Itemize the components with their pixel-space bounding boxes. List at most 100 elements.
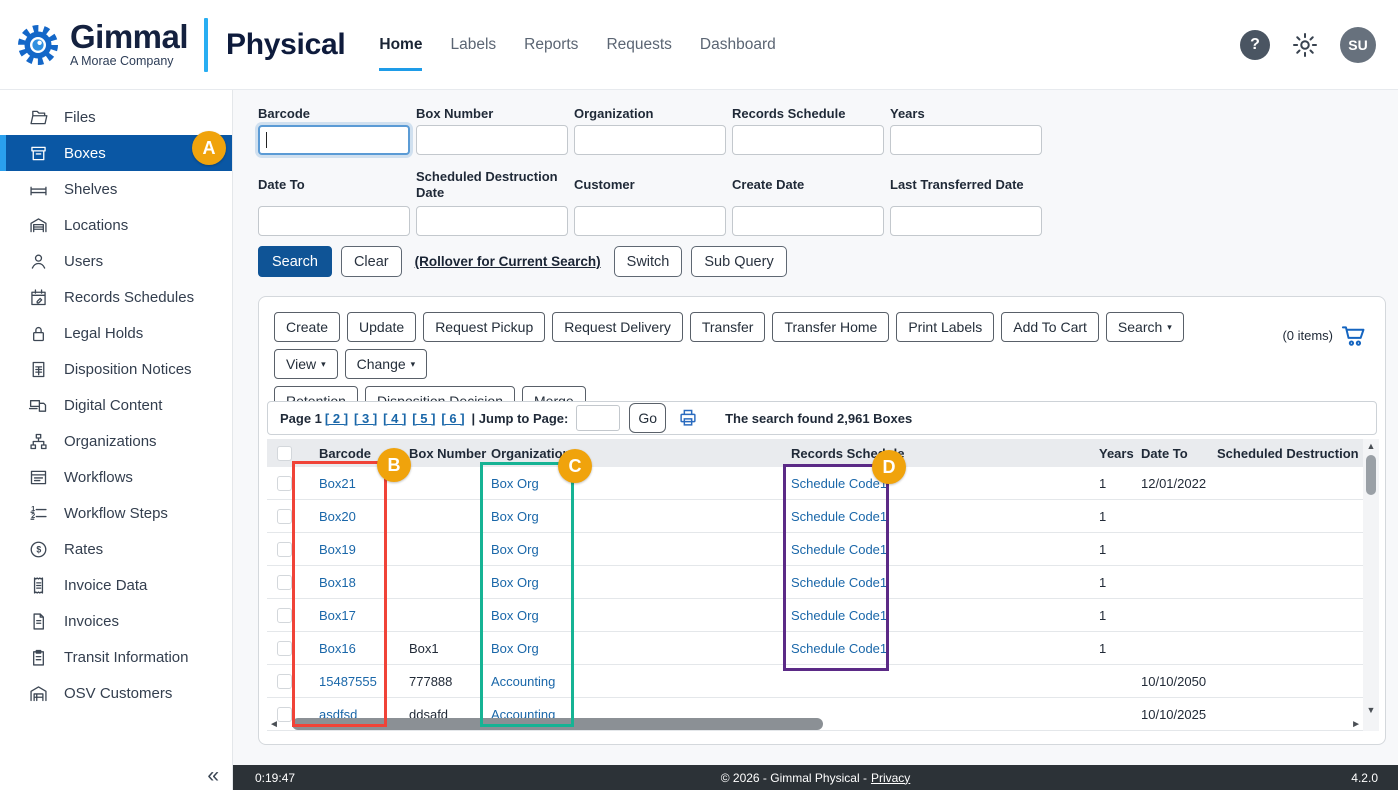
organization-link[interactable]: Box Org [491,509,539,524]
last-transferred-date-input[interactable] [890,206,1042,236]
transfer-home-button[interactable]: Transfer Home [772,312,889,342]
column-header-box-number[interactable]: Box Number [409,446,491,461]
sidebar-item-disposition-notices[interactable]: Disposition Notices [0,351,232,387]
sidebar-item-organizations[interactable]: Organizations [0,423,232,459]
update-button[interactable]: Update [347,312,416,342]
row-checkbox[interactable] [277,542,292,557]
scroll-down-icon[interactable]: ▼ [1363,703,1379,717]
change-dropdown[interactable]: Change▾ [345,349,428,379]
row-checkbox[interactable] [277,674,292,689]
scroll-left-icon[interactable]: ◄ [269,718,279,731]
barcode-link[interactable]: Box16 [319,641,356,656]
organization-link[interactable]: Box Org [491,641,539,656]
organization-link[interactable]: Accounting [491,674,555,689]
transfer-button[interactable]: Transfer [690,312,766,342]
select-all-checkbox[interactable] [277,446,292,461]
barcode-link[interactable]: Box18 [319,575,356,590]
barcode-link[interactable]: Box21 [319,476,356,491]
sidebar-item-shelves[interactable]: Shelves [0,171,232,207]
rollover-current-search-link[interactable]: (Rollover for Current Search) [415,254,601,269]
records-schedule-link[interactable]: Schedule Code1 [791,476,887,491]
horizontal-scroll-thumb[interactable] [292,718,823,730]
records-schedule-input[interactable] [732,125,884,155]
records-schedule-link[interactable]: Schedule Code1 [791,542,887,557]
page-link-4[interactable]: [ 4 ] [383,411,406,426]
organization-link[interactable]: Box Org [491,476,539,491]
row-checkbox[interactable] [277,575,292,590]
search-dropdown[interactable]: Search▾ [1106,312,1184,342]
years-input[interactable] [890,125,1042,155]
organization-link[interactable]: Box Org [491,542,539,557]
box-number-input[interactable] [416,125,568,155]
sidebar-item-legal-holds[interactable]: Legal Holds [0,315,232,351]
jump-to-page-input[interactable] [576,405,620,431]
go-button[interactable]: Go [629,403,666,433]
request-pickup-button[interactable]: Request Pickup [423,312,545,342]
records-schedule-link[interactable]: Schedule Code1 [791,575,887,590]
sidebar-item-osv-customers[interactable]: OSV Customers [0,675,232,711]
customer-input[interactable] [574,206,726,236]
printer-icon[interactable] [677,407,699,429]
horizontal-scrollbar[interactable]: ◄ ► [267,717,1367,732]
privacy-link[interactable]: Privacy [871,771,910,785]
organization-link[interactable]: Box Org [491,575,539,590]
row-checkbox[interactable] [277,641,292,656]
scroll-right-icon[interactable]: ► [1351,718,1361,731]
column-header-scheduled-destruction[interactable]: Scheduled Destruction D [1217,446,1363,461]
column-header-organization[interactable]: Organization [491,446,791,461]
print-labels-button[interactable]: Print Labels [896,312,994,342]
tab-requests[interactable]: Requests [606,30,671,60]
request-delivery-button[interactable]: Request Delivery [552,312,683,342]
vertical-scroll-thumb[interactable] [1366,455,1376,495]
sub-query-button[interactable]: Sub Query [691,246,786,277]
column-header-years[interactable]: Years [1096,446,1141,461]
organization-link[interactable]: Box Org [491,608,539,623]
avatar[interactable]: SU [1340,27,1376,63]
records-schedule-link[interactable]: Schedule Code1 [791,608,887,623]
sidebar-item-invoices[interactable]: Invoices [0,603,232,639]
sidebar-item-rates[interactable]: $ Rates [0,531,232,567]
sidebar-collapse-icon[interactable]: « [207,764,219,788]
row-checkbox[interactable] [277,509,292,524]
clear-button[interactable]: Clear [341,246,402,277]
create-date-input[interactable] [732,206,884,236]
page-link-5[interactable]: [ 5 ] [412,411,435,426]
scroll-up-icon[interactable]: ▲ [1363,439,1379,453]
date-to-input[interactable] [258,206,410,236]
sidebar-item-workflows[interactable]: Workflows [0,459,232,495]
create-button[interactable]: Create [274,312,340,342]
sidebar-item-digital-content[interactable]: Digital Content [0,387,232,423]
page-link-2[interactable]: [ 2 ] [325,411,348,426]
column-header-date-to[interactable]: Date To [1141,446,1217,461]
switch-button[interactable]: Switch [614,246,683,277]
sidebar-item-files[interactable]: Files [0,99,232,135]
scheduled-destruction-date-input[interactable] [416,206,568,236]
barcode-input[interactable] [258,125,410,155]
records-schedule-link[interactable]: Schedule Code1 [791,641,887,656]
vertical-scrollbar[interactable]: ▲ ▼ [1363,439,1379,731]
tab-dashboard[interactable]: Dashboard [700,30,776,60]
sidebar-item-transit-information[interactable]: Transit Information [0,639,232,675]
row-checkbox[interactable] [277,476,292,491]
barcode-link[interactable]: Box19 [319,542,356,557]
barcode-link[interactable]: 15487555 [319,674,377,689]
row-checkbox[interactable] [277,608,292,623]
sidebar-item-records-schedules[interactable]: Records Schedules [0,279,232,315]
sidebar-item-locations[interactable]: Locations [0,207,232,243]
cart-icon[interactable] [1339,321,1369,349]
search-button[interactable]: Search [258,246,332,277]
tab-labels[interactable]: Labels [450,30,496,60]
tab-reports[interactable]: Reports [524,30,578,60]
sidebar-item-invoice-data[interactable]: Invoice Data [0,567,232,603]
tab-home[interactable]: Home [379,30,422,60]
sidebar-item-users[interactable]: Users [0,243,232,279]
column-header-records-schedule[interactable]: Records Schedule [791,446,1096,461]
view-dropdown[interactable]: View▾ [274,349,338,379]
gear-icon[interactable] [1290,30,1320,60]
barcode-link[interactable]: Box17 [319,608,356,623]
sidebar-item-workflow-steps[interactable]: 12 Workflow Steps [0,495,232,531]
page-link-6[interactable]: [ 6 ] [441,411,464,426]
barcode-link[interactable]: Box20 [319,509,356,524]
add-to-cart-button[interactable]: Add To Cart [1001,312,1099,342]
organization-input[interactable] [574,125,726,155]
